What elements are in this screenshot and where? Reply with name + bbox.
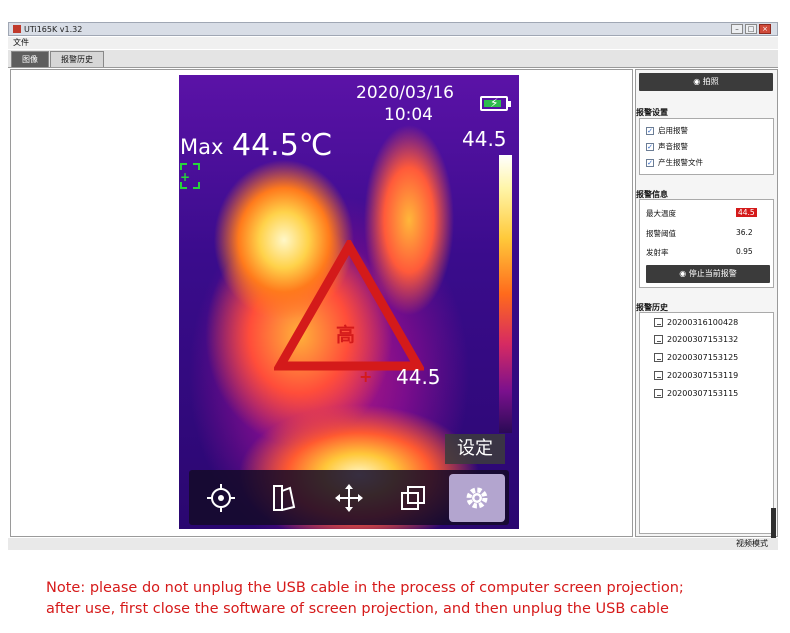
file-icon — [654, 353, 663, 362]
history-item-name: 20200307153119 — [667, 371, 739, 380]
tab-image[interactable]: 图像 — [11, 51, 49, 67]
menu-file[interactable]: 文件 — [13, 38, 29, 47]
list-item[interactable]: 20200316100428 — [654, 318, 738, 327]
alarm-info-group: 最大温度 44.5 报警阈值 36.2 发射率 0.95 ◉ 停止当前报警 — [639, 199, 774, 288]
thermal-image: 2020/03/16 10:04 ⚡ Max 44.5℃ 44.5 + 高 + … — [179, 75, 519, 529]
crosshair-red-icon: + — [359, 367, 373, 386]
checkbox-enable-alarm[interactable]: ✓ — [646, 126, 654, 135]
alarm-history-list[interactable]: 20200316100428 20200307153132 2020030715… — [639, 312, 774, 534]
usb-notice: Note: please do not unplug the USB cable… — [46, 578, 746, 620]
info-row-threshold: 报警阈值 36.2 — [646, 228, 766, 239]
alarm-level-text: 高 — [336, 324, 356, 346]
move-icon[interactable] — [321, 474, 377, 522]
layers-icon[interactable] — [385, 474, 441, 522]
window-title: UTi165K v1.32 — [24, 24, 83, 34]
camera-icon: ◉ — [693, 77, 703, 86]
thermal-time: 10:04 — [384, 105, 433, 125]
crosshair-green-icon: + — [180, 170, 191, 184]
alarm-settings-title: 报警设置 — [636, 108, 668, 117]
menu-bar: 文件 — [8, 37, 778, 49]
window-titlebar[interactable]: UTi165K v1.32 – □ × — [8, 22, 778, 36]
info-value-threshold: 36.2 — [736, 228, 753, 237]
info-row-emissivity: 发射率 0.95 — [646, 247, 766, 258]
info-value-emissivity: 0.95 — [736, 247, 753, 256]
charging-icon: ⚡ — [490, 96, 499, 110]
alarm-settings-group: ✓ 启用报警 ✓ 声音报警 ✓ 产生报警文件 — [639, 118, 774, 175]
info-value-max-temp: 44.5 — [736, 208, 757, 217]
list-item[interactable]: 20200307153125 — [654, 353, 738, 362]
info-label: 发射率 — [646, 248, 669, 257]
file-icon — [654, 318, 663, 327]
minimize-icon[interactable]: – — [731, 24, 743, 34]
battery-icon: ⚡ — [480, 96, 511, 111]
info-label: 报警阈值 — [646, 229, 676, 238]
list-item[interactable]: 20200307153132 — [654, 335, 738, 344]
info-row-max-temp: 最大温度 44.5 — [646, 208, 766, 219]
history-item-name: 20200316100428 — [667, 318, 739, 327]
notice-line-1: Note: please do not unplug the USB cable… — [46, 580, 684, 596]
palette-icon[interactable] — [257, 474, 313, 522]
info-label: 最大温度 — [646, 209, 676, 218]
panel-scrollbar[interactable] — [771, 508, 776, 538]
list-item[interactable]: 20200307153115 — [654, 389, 738, 398]
app-root: UTi165K v1.32 – □ × 文件 图像 报警历史 2020/03/1… — [0, 0, 790, 633]
tab-bar: 图像 报警历史 — [8, 50, 778, 68]
control-panel: ◉ 拍照 报警设置 ✓ 启用报警 ✓ 声音报警 ✓ 产生报警文件 报警信息 最大… — [635, 69, 778, 537]
thermal-date: 2020/03/16 — [356, 83, 454, 103]
maximize-icon[interactable]: □ — [745, 24, 757, 34]
app-logo-icon — [13, 25, 21, 33]
checkbox-sound-alarm[interactable]: ✓ — [646, 142, 654, 151]
snapshot-label: 拍照 — [702, 77, 719, 86]
tab-alarm-history[interactable]: 报警历史 — [50, 51, 104, 67]
option-sound-alarm[interactable]: ✓ 声音报警 — [646, 141, 688, 152]
max-label: Max — [180, 135, 224, 159]
close-icon[interactable]: × — [759, 24, 771, 34]
history-item-name: 20200307153115 — [667, 389, 739, 398]
thermal-toolbar — [189, 470, 509, 525]
option-label: 声音报警 — [658, 142, 688, 151]
option-alarm-file[interactable]: ✓ 产生报警文件 — [646, 157, 703, 168]
stop-icon: ◉ — [679, 269, 689, 278]
target-icon[interactable] — [193, 474, 249, 522]
status-bar: 视频模式 — [8, 538, 778, 550]
option-label: 启用报警 — [658, 126, 688, 135]
spot-temperature: 44.5 — [396, 365, 441, 389]
alarm-warning-icon — [274, 240, 424, 371]
notice-line-2: after use, first close the software of s… — [46, 601, 669, 617]
gear-icon[interactable] — [449, 473, 505, 522]
file-icon — [654, 389, 663, 398]
stop-alarm-button[interactable]: ◉ 停止当前报警 — [646, 265, 770, 283]
file-icon — [654, 335, 663, 344]
status-mode: 视频模式 — [736, 539, 768, 548]
history-item-name: 20200307153125 — [667, 353, 739, 362]
max-temperature: 44.5℃ — [232, 128, 333, 163]
settings-button[interactable]: 设定 — [445, 434, 505, 464]
history-item-name: 20200307153132 — [667, 335, 739, 344]
option-enable-alarm[interactable]: ✓ 启用报警 — [646, 125, 688, 136]
temperature-colorbar — [499, 155, 512, 433]
scale-top-value: 44.5 — [462, 127, 507, 151]
snapshot-button[interactable]: ◉ 拍照 — [639, 73, 773, 91]
file-icon — [654, 371, 663, 380]
window-controls: – □ × — [731, 24, 777, 34]
option-label: 产生报警文件 — [658, 158, 703, 167]
list-item[interactable]: 20200307153119 — [654, 371, 738, 380]
checkbox-alarm-file[interactable]: ✓ — [646, 158, 654, 167]
stop-alarm-label: 停止当前报警 — [688, 269, 737, 278]
